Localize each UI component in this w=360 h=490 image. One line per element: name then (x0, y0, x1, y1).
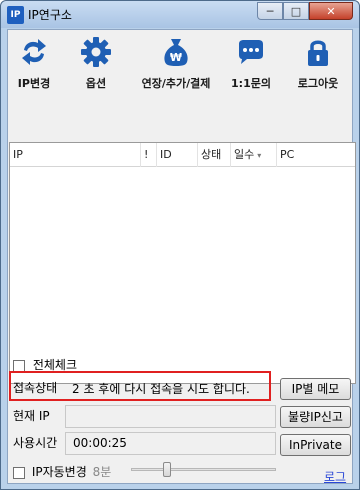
current-ip-label: 현재 IP (13, 409, 50, 423)
toolbar-label: 1:1문의 (231, 77, 271, 90)
column-header-id[interactable]: ID (157, 143, 198, 167)
select-all-label: 전체체크 (32, 358, 77, 372)
table-header: IP ! ID 상태 일수 ▾ PC (10, 143, 355, 167)
svg-text:₩: ₩ (170, 51, 182, 64)
column-header-status[interactable]: 상태 (198, 143, 231, 167)
toolbar-ip-change-button[interactable]: IP변경 (10, 36, 58, 91)
toolbar-options-button[interactable]: 옵션 (74, 36, 118, 91)
ip-list-table[interactable]: IP ! ID 상태 일수 ▾ PC (9, 142, 356, 384)
auto-change-slider-track[interactable] (131, 468, 276, 471)
toolbar-label: 옵션 (85, 77, 107, 90)
toolbar-payment-button[interactable]: ₩ 연장/추가/결제 (136, 36, 216, 91)
status-label: 접속상태 (13, 381, 58, 395)
checkbox-box[interactable] (13, 466, 25, 479)
window-title: IP연구소 (28, 8, 72, 22)
usage-time-label: 사용시간 (13, 436, 58, 450)
column-header-alert[interactable]: ! (141, 143, 157, 167)
lock-icon (308, 40, 328, 66)
log-link[interactable]: 로그 (324, 468, 346, 485)
usage-time-field: 00:00:25 (65, 432, 276, 455)
current-ip-field (65, 405, 276, 428)
ip-memo-button[interactable]: IP별 메모 (280, 378, 351, 400)
toolbar-logout-button[interactable]: 로그아웃 (291, 36, 345, 91)
column-header-pc[interactable]: PC (277, 143, 355, 167)
title-bar[interactable]: IP IP연구소 ─ □ ✕ (1, 1, 359, 28)
app-logo-icon: IP (7, 6, 24, 24)
toolbar-label: IP변경 (17, 77, 51, 90)
column-header-ip[interactable]: IP (10, 143, 141, 167)
status-message: 2 초 후에 다시 접속을 시도 합니다. (72, 382, 250, 396)
report-bad-ip-button[interactable]: 불량IP신고 (280, 406, 351, 428)
refresh-arrows-icon (22, 39, 46, 65)
window-controls: ─ □ ✕ (257, 2, 353, 20)
app-window: IP IP연구소 ─ □ ✕ IP변경 옵션 ₩ 연장/추가/결제 1:1문의 … (0, 0, 360, 490)
auto-change-interval: 8분 (92, 465, 112, 479)
money-bag-icon: ₩ (164, 39, 188, 66)
toolbar-inquiry-button[interactable]: 1:1문의 (227, 36, 275, 91)
auto-change-label: IP자동변경 (31, 465, 87, 479)
column-header-days[interactable]: 일수 ▾ (231, 143, 277, 167)
maximize-button[interactable]: □ (283, 2, 309, 20)
sort-arrow-icon: ▾ (257, 151, 262, 160)
toolbar: IP변경 옵션 ₩ 연장/추가/결제 1:1문의 로그아웃 (8, 30, 352, 102)
chat-bubble-icon (239, 40, 263, 64)
auto-change-checkbox[interactable]: IP자동변경 8분 (13, 463, 111, 480)
close-button[interactable]: ✕ (309, 2, 353, 20)
column-header-days-label: 일수 (234, 148, 255, 161)
checkbox-box[interactable] (13, 359, 25, 372)
inprivate-button[interactable]: InPrivate (280, 434, 351, 456)
auto-change-slider-thumb[interactable] (163, 462, 171, 477)
toolbar-label: 로그아웃 (297, 77, 339, 90)
gear-icon (81, 37, 111, 67)
minimize-button[interactable]: ─ (257, 2, 283, 20)
toolbar-label: 연장/추가/결제 (141, 77, 211, 90)
